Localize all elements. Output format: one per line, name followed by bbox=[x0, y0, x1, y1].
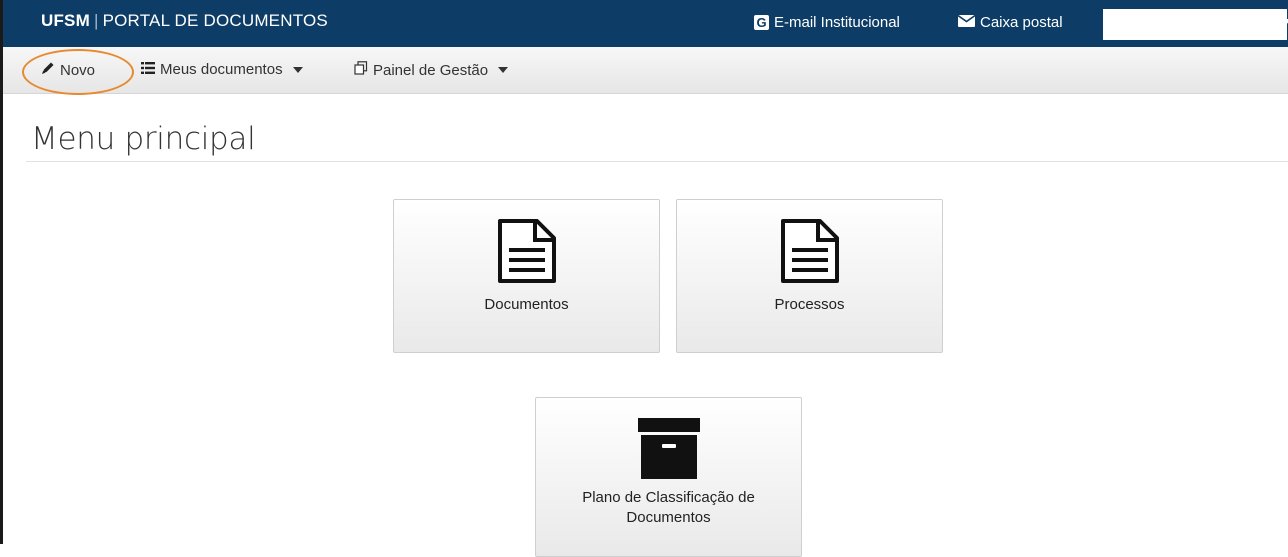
brand-portal-name: PORTAL DE DOCUMENTOS bbox=[102, 11, 328, 30]
chevron-down-icon[interactable] bbox=[1281, 19, 1288, 25]
novo-menu-item[interactable]: Novo bbox=[41, 61, 95, 79]
pencil-icon bbox=[41, 61, 55, 79]
document-icon bbox=[780, 218, 840, 289]
portal-brand[interactable]: UFSM | PORTAL DE DOCUMENTOS bbox=[41, 11, 328, 31]
caixa-postal-label: Caixa postal bbox=[980, 14, 1063, 31]
tile-documentos-label: Documentos bbox=[484, 296, 569, 313]
painel-gestao-dropdown[interactable]: Painel de Gestão bbox=[354, 61, 509, 79]
brand-ufsm: UFSM bbox=[41, 11, 90, 30]
google-icon: G bbox=[754, 15, 769, 30]
archive-box-icon bbox=[637, 418, 700, 485]
brand-separator: | bbox=[93, 11, 99, 30]
tile-plano-classificacao[interactable]: Plano de Classificação de Documentos bbox=[535, 397, 802, 557]
search-input[interactable] bbox=[1103, 9, 1287, 40]
tile-documentos[interactable]: Documentos bbox=[393, 199, 660, 353]
email-institucional-label: E-mail Institucional bbox=[774, 14, 900, 31]
copy-icon bbox=[354, 61, 368, 79]
caixa-postal-link[interactable]: Caixa postal bbox=[957, 14, 1063, 31]
email-institucional-link[interactable]: G E-mail Institucional bbox=[754, 14, 900, 31]
meus-documentos-dropdown[interactable]: Meus documentos bbox=[141, 61, 303, 78]
tile-processos[interactable]: Processos bbox=[676, 199, 943, 353]
toolbar-nav: Novo Meus documentos Painel de Gestão bbox=[3, 47, 1288, 94]
tile-plano-classificacao-label: Plano de Classificação de Documentos bbox=[582, 489, 755, 526]
document-icon bbox=[497, 218, 557, 289]
caret-down-icon bbox=[498, 67, 509, 73]
envelope-icon bbox=[957, 14, 976, 31]
tile-processos-label: Processos bbox=[774, 296, 845, 313]
meus-documentos-label: Meus documentos bbox=[160, 61, 283, 78]
painel-gestao-label: Painel de Gestão bbox=[373, 61, 489, 79]
top-header-bar: UFSM | PORTAL DE DOCUMENTOS G E-mail Insti… bbox=[3, 0, 1288, 47]
page-title: Menu principal bbox=[31, 121, 256, 157]
title-divider bbox=[26, 161, 1288, 162]
list-icon bbox=[141, 61, 155, 78]
caret-down-icon bbox=[292, 66, 303, 73]
novo-label: Novo bbox=[60, 61, 96, 79]
